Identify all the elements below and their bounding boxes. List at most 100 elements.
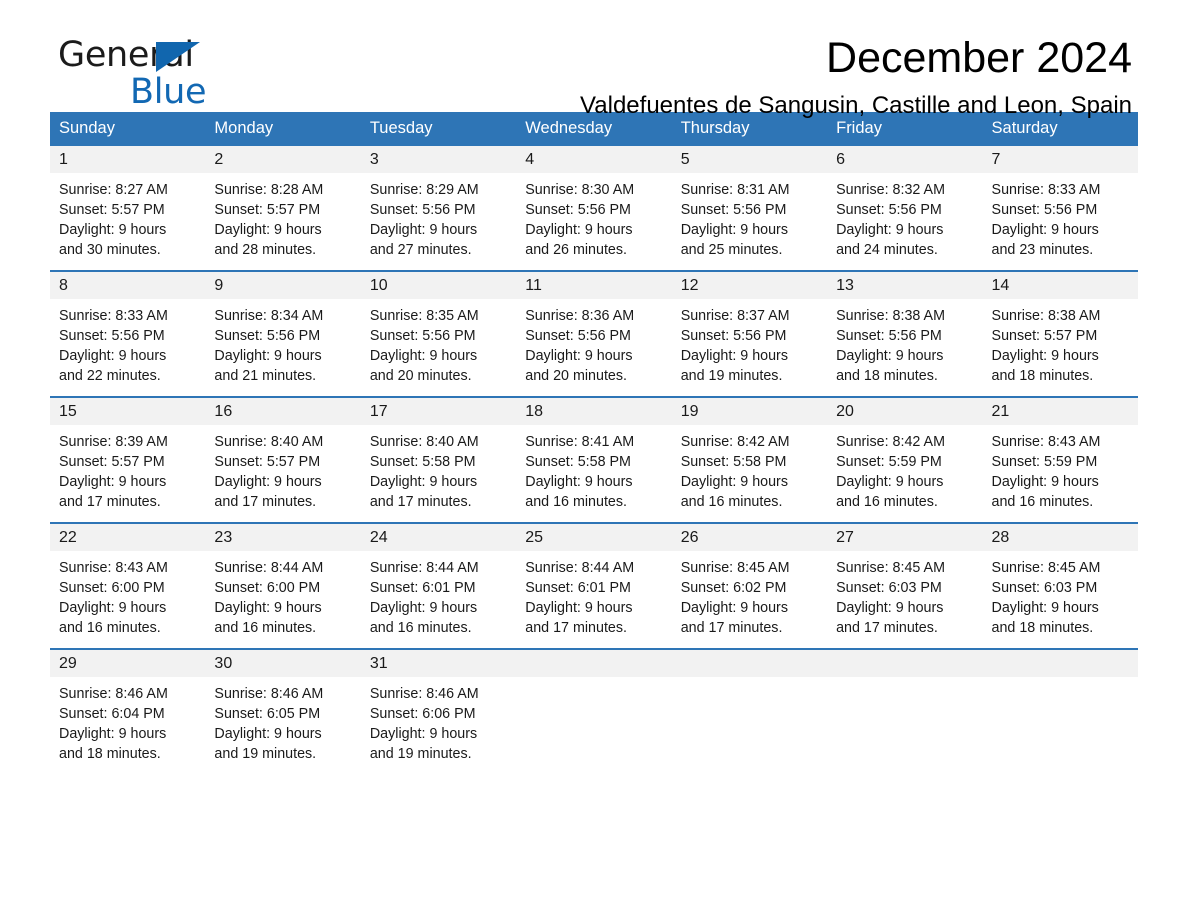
day-cell[interactable]: 31 Sunrise: 8:46 AM Sunset: 6:06 PM Dayl… [360, 648, 517, 774]
sunrise-text: Sunrise: 8:41 AM [525, 434, 635, 450]
day-details: Sunrise: 8:36 AM Sunset: 5:56 PM Dayligh… [516, 299, 671, 396]
daylight-text-line2: and 18 minutes. [59, 746, 161, 762]
day-cell[interactable]: 25 Sunrise: 8:44 AM Sunset: 6:01 PM Dayl… [516, 522, 672, 649]
day-number [671, 650, 828, 677]
daylight-text-line2: and 16 minutes. [59, 620, 161, 636]
daylight-text-line1: Daylight: 9 hours [991, 600, 1099, 616]
daylight-text-line1: Daylight: 9 hours [525, 474, 633, 490]
day-cell[interactable]: 5 Sunrise: 8:31 AM Sunset: 5:56 PM Dayli… [671, 146, 828, 271]
daylight-text-line1: Daylight: 9 hours [369, 600, 478, 616]
daylight-text-line1: Daylight: 9 hours [525, 600, 633, 616]
day-details: Sunrise: 8:42 AM Sunset: 5:58 PM Dayligh… [672, 425, 827, 522]
daylight-text-line2: and 30 minutes. [59, 242, 161, 258]
weekday-header-monday: Monday [205, 112, 361, 146]
day-details: Sunrise: 8:45 AM Sunset: 6:03 PM Dayligh… [827, 551, 982, 648]
sunrise-text: Sunrise: 8:30 AM [525, 182, 635, 198]
day-number: 31 [360, 650, 517, 677]
daylight-text-line1: Daylight: 9 hours [680, 474, 788, 490]
day-cell[interactable]: 13 Sunrise: 8:38 AM Sunset: 5:56 PM Dayl… [827, 270, 983, 397]
day-cell-empty [982, 648, 1138, 774]
daylight-text-line1: Daylight: 9 hours [991, 348, 1099, 364]
day-details: Sunrise: 8:37 AM Sunset: 5:56 PM Dayligh… [672, 299, 827, 396]
daylight-text-line1: Daylight: 9 hours [59, 726, 167, 742]
day-number: 26 [671, 524, 828, 551]
sunset-text: Sunset: 5:57 PM [991, 328, 1098, 344]
day-details: Sunrise: 8:35 AM Sunset: 5:56 PM Dayligh… [361, 299, 516, 396]
day-number: 20 [827, 398, 983, 425]
sunset-text: Sunset: 5:58 PM [680, 454, 787, 470]
sunset-text: Sunset: 5:56 PM [59, 328, 165, 344]
daylight-text-line2: and 16 minutes. [214, 620, 317, 636]
day-cell[interactable]: 1 Sunrise: 8:27 AM Sunset: 5:57 PM Dayli… [50, 146, 206, 271]
day-cell[interactable]: 9 Sunrise: 8:34 AM Sunset: 5:56 PM Dayli… [205, 270, 361, 397]
day-number: 8 [50, 272, 206, 299]
day-cell[interactable]: 8 Sunrise: 8:33 AM Sunset: 5:56 PM Dayli… [50, 270, 206, 397]
daylight-text-line1: Daylight: 9 hours [59, 348, 167, 364]
day-cell[interactable]: 6 Sunrise: 8:32 AM Sunset: 5:56 PM Dayli… [827, 146, 983, 271]
sunset-text: Sunset: 5:56 PM [214, 328, 321, 344]
daylight-text-line2: and 25 minutes. [680, 242, 783, 258]
day-cell[interactable]: 27 Sunrise: 8:45 AM Sunset: 6:03 PM Dayl… [827, 522, 983, 649]
sunset-text: Sunset: 5:56 PM [369, 202, 476, 218]
day-cell[interactable]: 24 Sunrise: 8:44 AM Sunset: 6:01 PM Dayl… [360, 522, 517, 649]
day-cell[interactable]: 20 Sunrise: 8:42 AM Sunset: 5:59 PM Dayl… [827, 396, 983, 523]
day-cell[interactable]: 14 Sunrise: 8:38 AM Sunset: 5:57 PM Dayl… [982, 270, 1138, 397]
day-cell[interactable]: 22 Sunrise: 8:43 AM Sunset: 6:00 PM Dayl… [50, 522, 206, 649]
daylight-text-line1: Daylight: 9 hours [59, 600, 167, 616]
daylight-text-line2: and 16 minutes. [836, 494, 938, 510]
day-details: Sunrise: 8:31 AM Sunset: 5:56 PM Dayligh… [672, 173, 827, 270]
title-block: December 2024 Valdefuentes de Sangusin, … [580, 0, 1132, 120]
day-cell[interactable]: 19 Sunrise: 8:42 AM Sunset: 5:58 PM Dayl… [671, 396, 828, 523]
sunset-text: Sunset: 5:56 PM [836, 328, 942, 344]
day-cell[interactable]: 7 Sunrise: 8:33 AM Sunset: 5:56 PM Dayli… [982, 146, 1138, 271]
day-number: 6 [827, 146, 983, 173]
day-cell[interactable]: 29 Sunrise: 8:46 AM Sunset: 6:04 PM Dayl… [50, 648, 206, 774]
day-cell[interactable]: 12 Sunrise: 8:37 AM Sunset: 5:56 PM Dayl… [671, 270, 828, 397]
daylight-text-line1: Daylight: 9 hours [836, 348, 944, 364]
day-number [982, 650, 1138, 677]
sunset-text: Sunset: 6:02 PM [680, 580, 787, 596]
triangle-icon [156, 42, 200, 72]
sunrise-text: Sunrise: 8:45 AM [680, 560, 790, 576]
day-cell[interactable]: 30 Sunrise: 8:46 AM Sunset: 6:05 PM Dayl… [205, 648, 361, 774]
sunset-text: Sunset: 6:03 PM [836, 580, 942, 596]
day-cell[interactable]: 18 Sunrise: 8:41 AM Sunset: 5:58 PM Dayl… [516, 396, 672, 523]
day-cell[interactable]: 26 Sunrise: 8:45 AM Sunset: 6:02 PM Dayl… [671, 522, 828, 649]
daylight-text-line1: Daylight: 9 hours [214, 474, 322, 490]
day-cell[interactable]: 28 Sunrise: 8:45 AM Sunset: 6:03 PM Dayl… [982, 522, 1138, 649]
day-number: 16 [205, 398, 361, 425]
day-details: Sunrise: 8:46 AM Sunset: 6:06 PM Dayligh… [361, 677, 516, 774]
day-cell[interactable]: 3 Sunrise: 8:29 AM Sunset: 5:56 PM Dayli… [360, 146, 517, 271]
day-cell[interactable]: 2 Sunrise: 8:28 AM Sunset: 5:57 PM Dayli… [205, 146, 361, 271]
day-cell[interactable]: 15 Sunrise: 8:39 AM Sunset: 5:57 PM Dayl… [50, 396, 206, 523]
day-cell[interactable]: 10 Sunrise: 8:35 AM Sunset: 5:56 PM Dayl… [360, 270, 517, 397]
day-details: Sunrise: 8:38 AM Sunset: 5:57 PM Dayligh… [983, 299, 1138, 396]
sunrise-text: Sunrise: 8:46 AM [214, 686, 324, 702]
daylight-text-line2: and 27 minutes. [369, 242, 472, 258]
day-number: 22 [50, 524, 206, 551]
sunrise-text: Sunrise: 8:36 AM [525, 308, 635, 324]
daylight-text-line2: and 26 minutes. [525, 242, 627, 258]
day-details: Sunrise: 8:46 AM Sunset: 6:05 PM Dayligh… [205, 677, 360, 774]
calendar-week-row: 15 Sunrise: 8:39 AM Sunset: 5:57 PM Dayl… [50, 396, 1138, 523]
day-cell[interactable]: 11 Sunrise: 8:36 AM Sunset: 5:56 PM Dayl… [516, 270, 672, 397]
sunrise-text: Sunrise: 8:33 AM [59, 308, 168, 324]
daylight-text-line2: and 18 minutes. [991, 620, 1094, 636]
sunset-text: Sunset: 6:05 PM [214, 706, 321, 722]
day-cell-empty [516, 648, 672, 774]
sunrise-text: Sunrise: 8:44 AM [214, 560, 324, 576]
day-number: 9 [205, 272, 361, 299]
day-cell[interactable]: 21 Sunrise: 8:43 AM Sunset: 5:59 PM Dayl… [982, 396, 1138, 523]
daylight-text-line1: Daylight: 9 hours [836, 222, 944, 238]
sunset-text: Sunset: 5:57 PM [214, 454, 321, 470]
day-cell[interactable]: 17 Sunrise: 8:40 AM Sunset: 5:58 PM Dayl… [360, 396, 517, 523]
day-cell[interactable]: 4 Sunrise: 8:30 AM Sunset: 5:56 PM Dayli… [516, 146, 672, 271]
daylight-text-line2: and 16 minutes. [680, 494, 783, 510]
day-details [516, 677, 671, 694]
sunrise-text: Sunrise: 8:40 AM [369, 434, 479, 450]
day-cell[interactable]: 16 Sunrise: 8:40 AM Sunset: 5:57 PM Dayl… [205, 396, 361, 523]
day-details: Sunrise: 8:42 AM Sunset: 5:59 PM Dayligh… [827, 425, 982, 522]
day-cell[interactable]: 23 Sunrise: 8:44 AM Sunset: 6:00 PM Dayl… [205, 522, 361, 649]
sunrise-text: Sunrise: 8:33 AM [991, 182, 1101, 198]
daylight-text-line1: Daylight: 9 hours [369, 726, 478, 742]
